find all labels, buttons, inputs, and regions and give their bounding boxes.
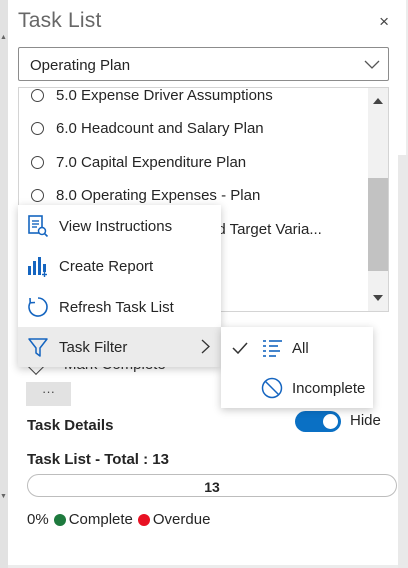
create-report-menu-item[interactable]: Create Report bbox=[18, 246, 221, 286]
task-details-label: Task Details bbox=[27, 417, 114, 434]
checkmark-icon bbox=[231, 342, 249, 354]
task-item-label: 5.0 Expense Driver Assumptions bbox=[56, 87, 273, 104]
scroll-up-arrow-icon[interactable] bbox=[373, 98, 383, 104]
radio-icon bbox=[31, 188, 44, 202]
overdue-dot-icon bbox=[137, 513, 150, 526]
radio-icon bbox=[31, 121, 44, 135]
chevron-down-icon bbox=[364, 57, 380, 75]
task-item[interactable]: 5.0 Expense Driver Assumptions bbox=[31, 87, 273, 107]
task-item[interactable]: 7.0 Capital Expenditure Plan bbox=[31, 150, 246, 174]
task-filter-submenu: All Incomplete bbox=[221, 327, 373, 408]
chevron-right-icon bbox=[201, 339, 210, 358]
background-app-edge: ▲ ▼ bbox=[0, 0, 8, 568]
more-actions-button[interactable]: ··· bbox=[26, 382, 71, 406]
scroll-thumb[interactable] bbox=[368, 178, 388, 271]
task-list-selector[interactable]: Operating Plan bbox=[18, 47, 389, 81]
close-button[interactable]: × bbox=[379, 12, 389, 32]
scroll-up-arrow-icon: ▲ bbox=[0, 34, 7, 41]
toggle-label: Hide bbox=[350, 412, 381, 429]
legend-overdue: Overdue bbox=[152, 511, 211, 528]
progress-value: 13 bbox=[204, 479, 220, 495]
bar-chart-icon bbox=[26, 254, 50, 278]
radio-icon bbox=[31, 88, 44, 102]
task-item-label: nd Target Varia... bbox=[209, 220, 322, 238]
scroll-down-arrow-icon: ▼ bbox=[0, 493, 7, 500]
complete-dot-icon bbox=[53, 513, 66, 526]
refresh-task-list-menu-item[interactable]: Refresh Task List bbox=[18, 287, 221, 327]
refresh-icon bbox=[26, 295, 50, 319]
list-scrollbar[interactable] bbox=[368, 88, 388, 311]
selector-value: Operating Plan bbox=[30, 57, 131, 74]
task-item[interactable]: nd Target Varia... bbox=[209, 217, 322, 241]
menu-item-label: View Instructions bbox=[59, 217, 173, 235]
submenu-item-label: All bbox=[292, 339, 309, 357]
legend-complete: Complete bbox=[68, 511, 133, 528]
task-item-label: 7.0 Capital Expenditure Plan bbox=[56, 153, 247, 171]
no-entry-icon bbox=[260, 376, 284, 400]
filter-all-item[interactable]: All bbox=[221, 328, 373, 368]
menu-item-label: Create Report bbox=[59, 257, 154, 275]
background-app-edge-right bbox=[398, 155, 408, 568]
menu-item-label: Task Filter bbox=[59, 338, 128, 356]
task-item-label: 6.0 Headcount and Salary Plan bbox=[56, 119, 264, 137]
radio-icon bbox=[31, 155, 44, 169]
scroll-down-arrow-icon[interactable] bbox=[373, 295, 383, 301]
panel-title: Task List bbox=[18, 9, 102, 32]
percent-complete: 0% bbox=[27, 511, 49, 528]
task-list-total-label: Task List - Total : 13 bbox=[27, 451, 169, 468]
view-instructions-icon bbox=[26, 214, 50, 238]
task-details-toggle[interactable] bbox=[295, 411, 341, 432]
task-item[interactable]: 6.0 Headcount and Salary Plan bbox=[31, 116, 264, 140]
view-instructions-menu-item[interactable]: View Instructions bbox=[18, 206, 221, 246]
task-item-label: 8.0 Operating Expenses - Plan bbox=[56, 186, 261, 204]
task-progress-bar: 13 bbox=[27, 474, 397, 497]
filter-icon bbox=[26, 335, 50, 359]
actions-menu: View Instructions Create Report Refresh … bbox=[18, 205, 221, 367]
status-legend: 0% Complete Overdue bbox=[27, 511, 210, 528]
submenu-item-label: Incomplete bbox=[292, 379, 366, 397]
menu-item-label: Refresh Task List bbox=[59, 298, 174, 316]
task-item[interactable]: 8.0 Operating Expenses - Plan bbox=[31, 183, 260, 207]
filter-incomplete-item[interactable]: Incomplete bbox=[221, 368, 373, 408]
task-filter-menu-item[interactable]: Task Filter bbox=[18, 327, 221, 367]
toggle-knob bbox=[323, 414, 338, 429]
list-icon bbox=[260, 336, 284, 360]
